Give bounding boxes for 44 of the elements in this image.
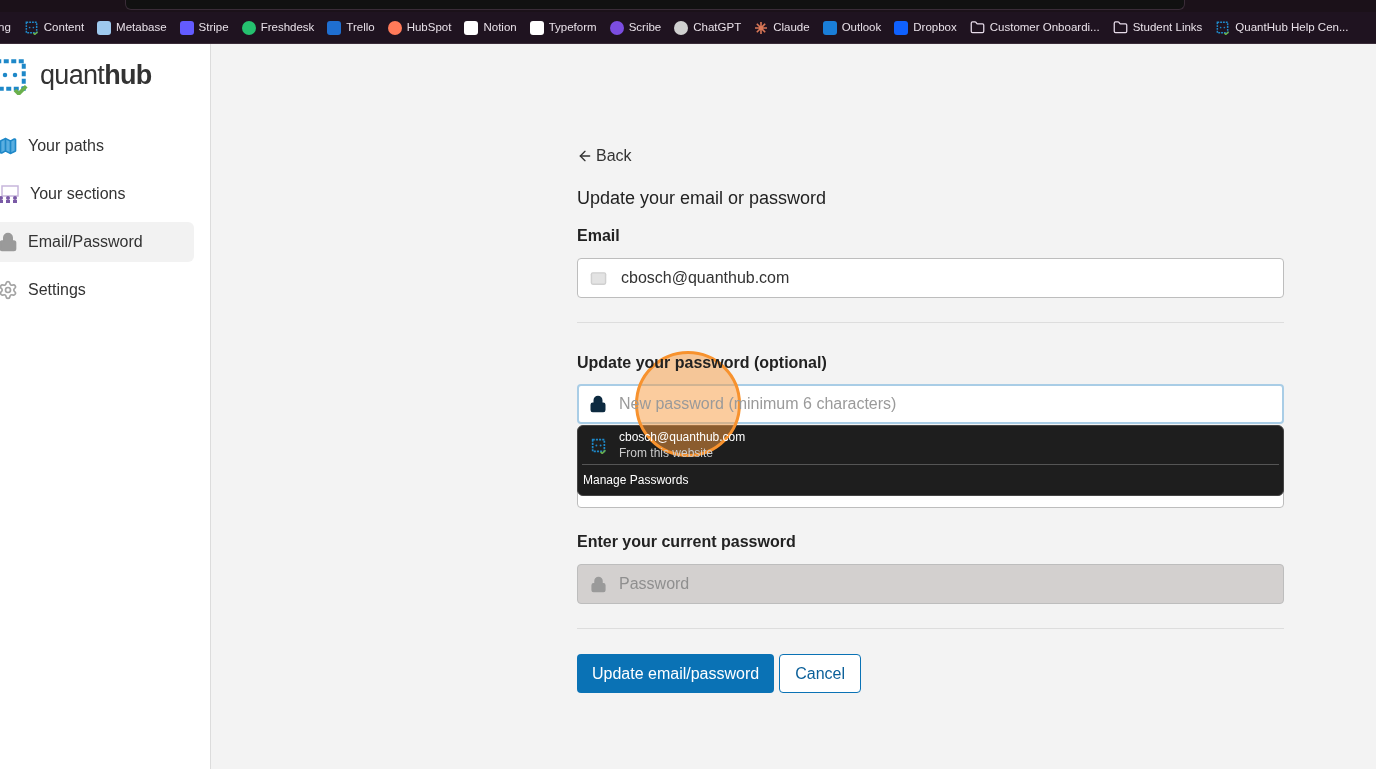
update-button[interactable]: Update email/password: [577, 654, 775, 693]
bookmark-link[interactable]: Trello: [327, 18, 375, 37]
bookmark-link[interactable]: Customer Onboardi...: [969, 18, 1100, 37]
lock-icon: [590, 575, 607, 593]
lock-icon: [0, 232, 18, 252]
chip-icon: [590, 436, 607, 454]
bookmark-link[interactable]: Freshdesk: [241, 18, 315, 37]
form-title: Update your email or password: [577, 187, 828, 210]
bookmark-link[interactable]: Scribe: [609, 18, 662, 37]
bookmark-link[interactable]: Metabase: [97, 18, 167, 37]
nav-item[interactable]: Your sections: [0, 174, 194, 214]
settings-icon: [0, 280, 18, 300]
nav-item[interactable]: Settings: [0, 270, 194, 310]
bookmark-link[interactable]: Dropbox: [894, 18, 957, 37]
lock-icon: [589, 395, 607, 413]
bookmark-link[interactable]: Notion: [464, 18, 517, 37]
email-label: Email: [577, 226, 621, 246]
back-link[interactable]: Back: [577, 144, 632, 168]
bookmark-link[interactable]: HubSpot: [387, 18, 452, 37]
nav-item[interactable]: Your paths: [0, 126, 194, 166]
bookmark-link[interactable]: QuantHub Help Cen...: [1215, 18, 1349, 37]
current-password-label: Enter your current password: [577, 532, 797, 552]
email-field[interactable]: cbosch@quanthub.com: [577, 258, 1284, 298]
bookmark-link[interactable]: Stripe: [179, 18, 229, 37]
folder-icon: [969, 20, 985, 35]
bookmark-link[interactable]: ChatGPT: [674, 18, 742, 37]
cancel-button[interactable]: Cancel: [779, 654, 861, 693]
account-source: From this website: [619, 445, 715, 461]
bookmark-link[interactable]: Typeform: [529, 18, 597, 37]
nav-item[interactable]: Email/Password: [0, 222, 194, 262]
bookmark-link[interactable]: Content: [23, 18, 85, 37]
chip-icon: [1215, 20, 1231, 35]
people-icon: [0, 184, 20, 204]
bookmark-link[interactable]: Student Links: [1112, 18, 1203, 37]
saved-account-item[interactable]: cbosch@quanthub.com From this website: [578, 426, 1283, 464]
account-email: cbosch@quanthub.com: [619, 429, 746, 445]
logo-text: quanthub: [40, 58, 152, 92]
manage-passwords-item[interactable]: Manage Passwords: [578, 465, 1283, 495]
chip-icon: [23, 20, 39, 35]
map-icon: [0, 136, 18, 156]
folder-icon: [1112, 20, 1128, 35]
bookmark-link[interactable]: Outlook: [822, 18, 882, 37]
mail-icon: [590, 269, 607, 287]
bookmark-link[interactable]: Claude: [754, 18, 810, 37]
